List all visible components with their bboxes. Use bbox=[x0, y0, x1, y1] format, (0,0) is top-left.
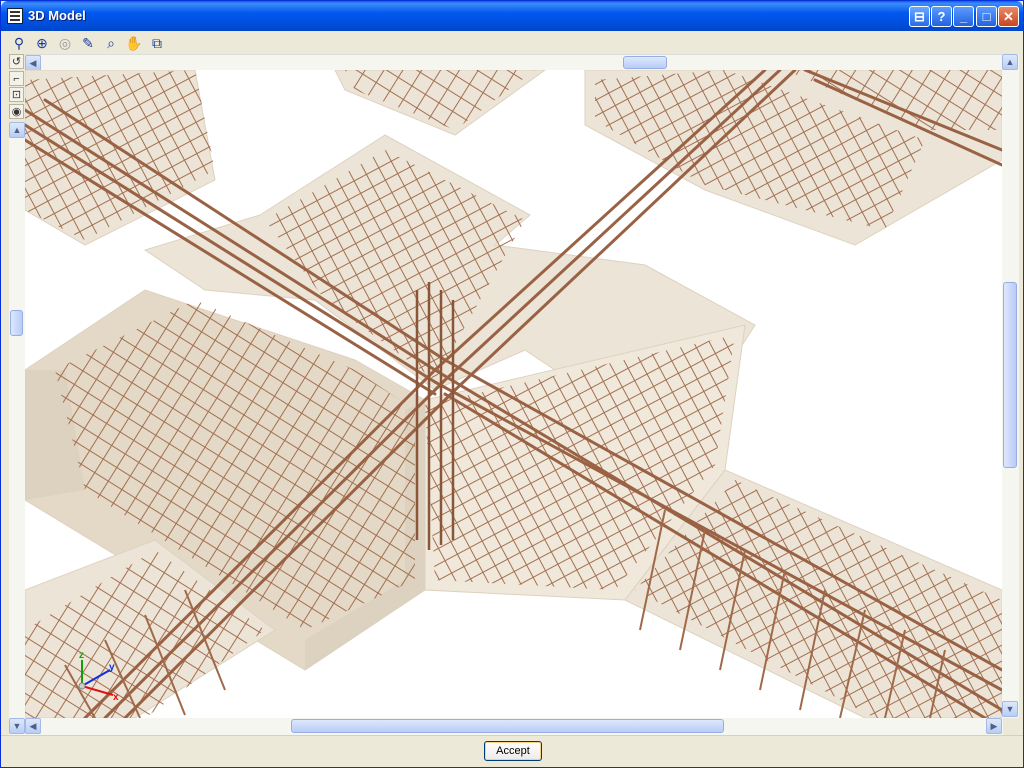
table-grid-icon bbox=[7, 8, 23, 24]
pan-hand-icon[interactable]: ✋ bbox=[124, 33, 144, 53]
section-icon[interactable]: ⌐ bbox=[9, 71, 24, 86]
top-horizontal-scrollbar[interactable]: ◀ ▶ bbox=[25, 54, 1019, 71]
copy-view-icon[interactable]: ⧉ bbox=[147, 33, 167, 53]
right-vertical-scrollbar[interactable]: ▲ ▼ bbox=[1002, 54, 1019, 718]
top-scroll-thumb[interactable] bbox=[623, 56, 667, 69]
close-button[interactable]: ✕ bbox=[998, 6, 1019, 27]
toolbar: ⚲ ⊕ ◎ ✎ ⌕ ✋ ⧉ bbox=[5, 32, 1019, 54]
accept-button[interactable]: Accept bbox=[484, 741, 542, 761]
monitor-help-icon[interactable]: ⊟ bbox=[909, 6, 930, 27]
help-button[interactable]: ? bbox=[931, 6, 952, 27]
rotate-icon[interactable]: ↺ bbox=[9, 54, 24, 69]
scroll-left-arrow-icon[interactable]: ◀ bbox=[25, 55, 41, 71]
pencil-icon[interactable]: ✎ bbox=[78, 33, 98, 53]
visibility-icon[interactable]: ◉ bbox=[9, 104, 24, 119]
scroll-up-arrow-icon[interactable]: ▲ bbox=[1002, 54, 1018, 70]
title-bar[interactable]: 3D Model ⊟ ? _ □ ✕ bbox=[1, 1, 1023, 31]
minimize-button[interactable]: _ bbox=[953, 6, 974, 27]
maximize-button[interactable]: □ bbox=[976, 6, 997, 27]
bottom-horizontal-scrollbar[interactable]: ◀ ▶ bbox=[25, 718, 1003, 735]
rebar-model-render[interactable]: z y x bbox=[25, 70, 1002, 718]
z-axis-label: z bbox=[79, 650, 84, 661]
left-vertical-scrollbar[interactable]: ▲ ▼ bbox=[9, 122, 25, 735]
window-title: 3D Model bbox=[28, 8, 86, 23]
scroll-left-arrow-icon[interactable]: ◀ bbox=[25, 718, 41, 734]
zoom-window-icon[interactable]: ⌕ bbox=[101, 33, 121, 53]
scroll-down-arrow-icon[interactable]: ▼ bbox=[1002, 701, 1018, 717]
window-3d-model: 3D Model ⊟ ? _ □ ✕ ⚲ ⊕ ◎ ✎ ⌕ ✋ ⧉ ↺ ⌐ ⊡ ◉… bbox=[0, 0, 1024, 768]
scroll-up-arrow-icon[interactable]: ▲ bbox=[9, 122, 25, 138]
zoom-previous-icon[interactable]: ◎ bbox=[55, 33, 75, 53]
left-scroll-thumb[interactable] bbox=[10, 310, 23, 336]
x-axis-label: x bbox=[113, 692, 119, 703]
model-view-icon[interactable]: ⊡ bbox=[9, 87, 24, 102]
scroll-right-arrow-icon[interactable]: ▶ bbox=[986, 718, 1002, 734]
zoom-extents-icon[interactable]: ⊕ bbox=[32, 33, 52, 53]
scroll-down-arrow-icon[interactable]: ▼ bbox=[9, 718, 25, 734]
right-scroll-thumb[interactable] bbox=[1003, 282, 1017, 468]
3d-viewport[interactable]: z y x bbox=[25, 70, 1002, 718]
axis-origin bbox=[78, 682, 86, 690]
bottom-scroll-thumb[interactable] bbox=[291, 719, 724, 733]
y-axis-label: y bbox=[109, 662, 115, 673]
dialog-footer: Accept bbox=[1, 735, 1023, 767]
select-icon[interactable]: ⚲ bbox=[9, 33, 29, 53]
